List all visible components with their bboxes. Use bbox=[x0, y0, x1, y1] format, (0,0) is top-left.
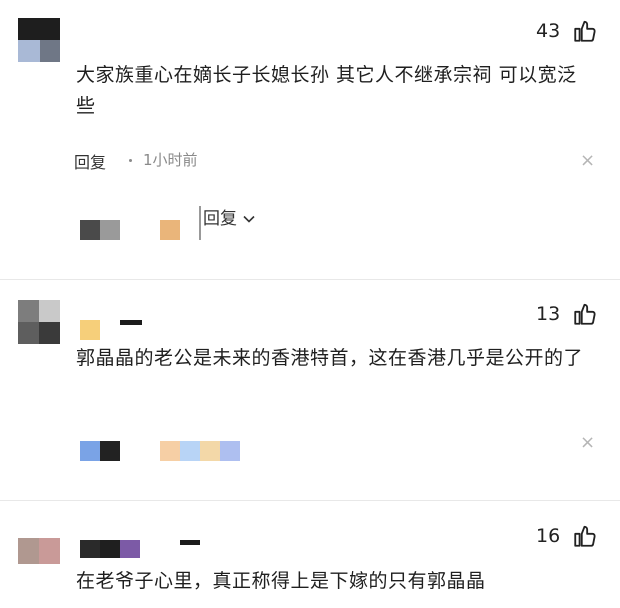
view-replies-button[interactable]: 回复 bbox=[203, 204, 256, 229]
thumbs-up-icon[interactable] bbox=[572, 301, 598, 331]
thread-line bbox=[199, 206, 201, 240]
like-count: 13 bbox=[536, 303, 561, 325]
username-censored bbox=[78, 318, 158, 340]
chevron-down-icon bbox=[242, 209, 256, 229]
username-censored bbox=[80, 538, 210, 560]
comment-text: 在老爷子心里，真正称得上是下嫁的只有郭晶晶 bbox=[76, 570, 486, 592]
avatar[interactable] bbox=[18, 300, 60, 344]
timestamp: 1小时前 bbox=[143, 151, 198, 169]
divider bbox=[0, 500, 620, 501]
close-icon[interactable]: × bbox=[580, 432, 595, 453]
avatar[interactable] bbox=[18, 18, 60, 62]
reply-avatars bbox=[80, 220, 200, 240]
reply-button[interactable]: 回复 bbox=[74, 149, 106, 173]
thumbs-up-icon[interactable] bbox=[572, 18, 598, 48]
separator-dot bbox=[129, 159, 132, 162]
comment-text: 大家族重心在嫡长子长媳长孙 其它人不继承宗祠 可以宽泛些 bbox=[76, 64, 577, 117]
like-count: 43 bbox=[536, 20, 561, 42]
reply-avatars bbox=[80, 441, 250, 461]
view-replies-label: 回复 bbox=[203, 209, 237, 229]
like-count: 16 bbox=[536, 525, 561, 547]
divider bbox=[0, 279, 620, 280]
thumbs-up-icon[interactable] bbox=[572, 523, 598, 553]
avatar[interactable] bbox=[18, 538, 60, 564]
comment-text: 郭晶晶的老公是未来的香港特首，这在香港几乎是公开的了 bbox=[76, 347, 584, 369]
close-icon[interactable]: × bbox=[580, 150, 595, 171]
